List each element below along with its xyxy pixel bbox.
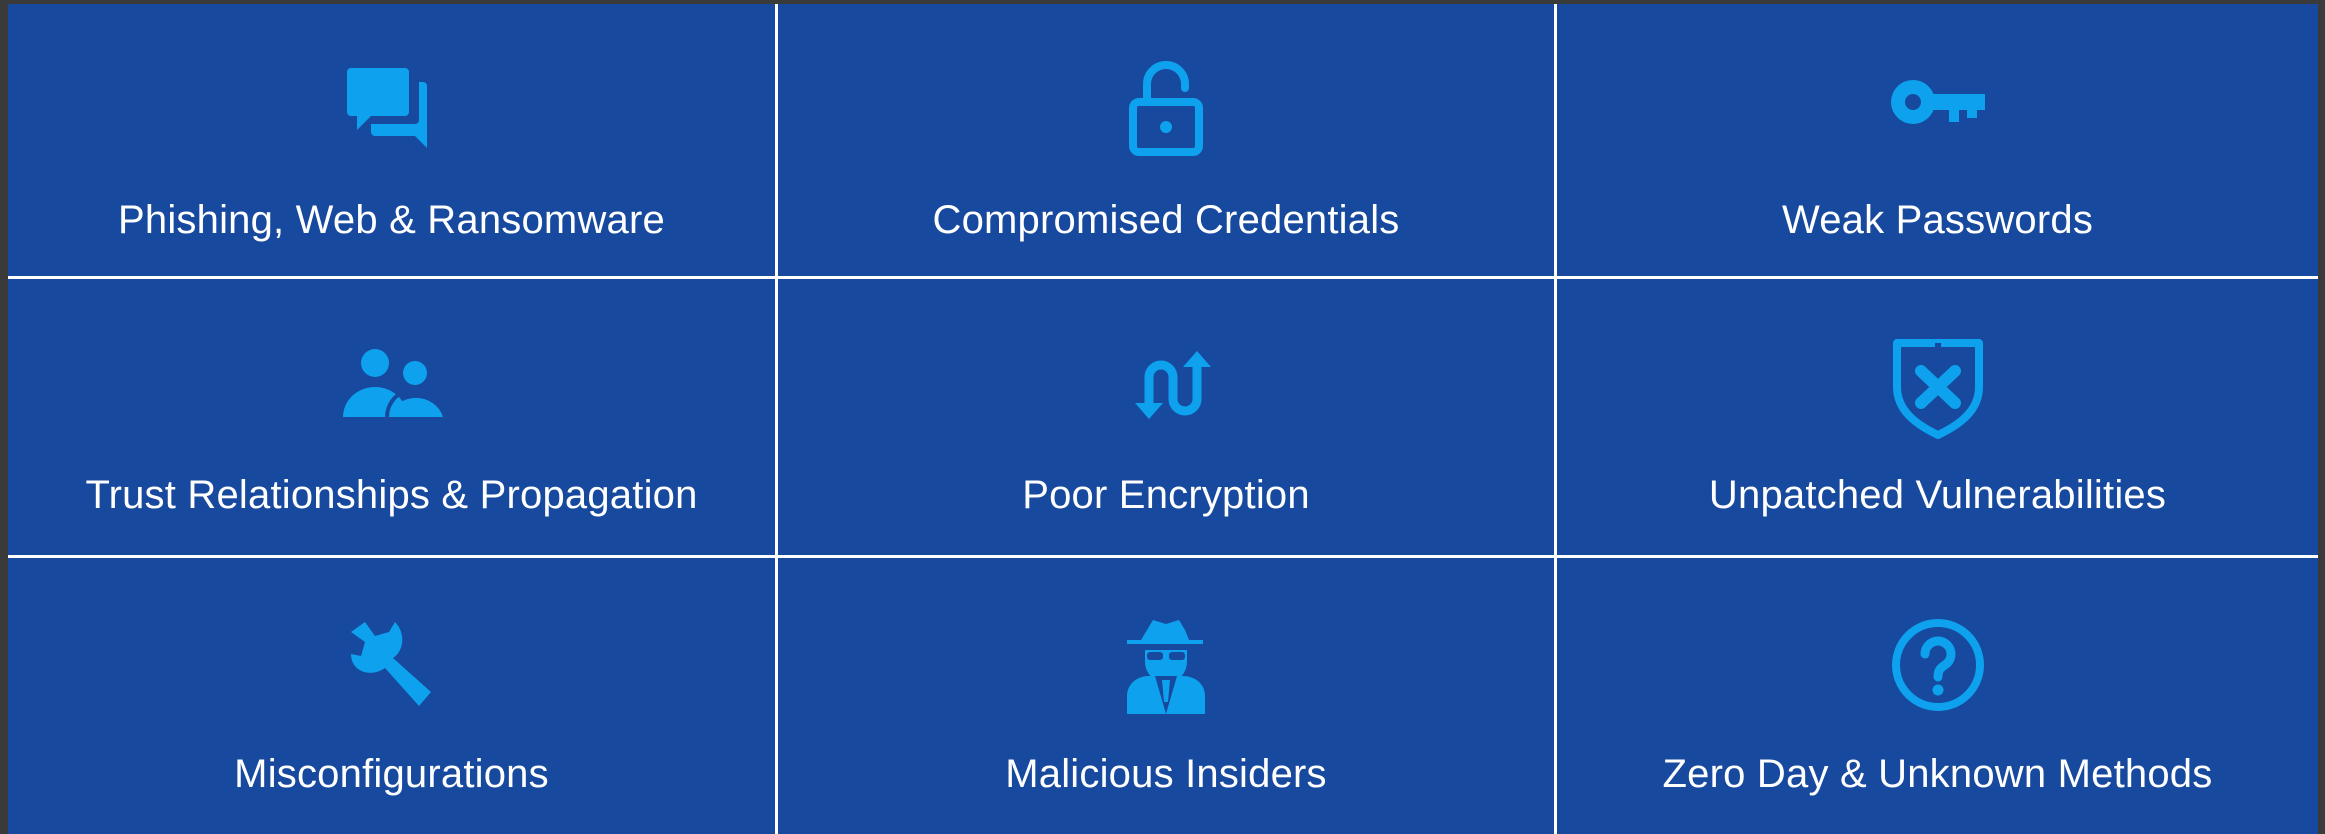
unlocked-padlock-icon (1111, 52, 1221, 162)
tile-compromised-credentials: Compromised Credentials (778, 4, 1554, 276)
spy-icon (1111, 610, 1221, 720)
threat-grid-frame: Phishing, Web & Ransomware Compromised C… (8, 4, 2318, 834)
tile-label: Unpatched Vulnerabilities (1708, 473, 2167, 517)
tile-phishing: Phishing, Web & Ransomware (8, 4, 775, 276)
threat-grid: Phishing, Web & Ransomware Compromised C… (8, 4, 2318, 834)
tile-trust-relationships: Trust Relationships & Propagation (8, 279, 775, 555)
tile-poor-encryption: Poor Encryption (778, 279, 1554, 555)
tile-unpatched-vulnerabilities: Unpatched Vulnerabilities (1557, 279, 2318, 555)
tile-label: Poor Encryption (1022, 473, 1310, 517)
tile-label: Trust Relationships & Propagation (85, 473, 698, 517)
shield-x-icon (1883, 331, 1993, 441)
tile-label: Phishing, Web & Ransomware (118, 198, 665, 242)
tile-label: Zero Day & Unknown Methods (1662, 752, 2213, 796)
tile-weak-passwords: Weak Passwords (1557, 4, 2318, 276)
tile-misconfigurations: Misconfigurations (8, 558, 775, 834)
question-circle-icon (1883, 610, 1993, 720)
tile-label: Misconfigurations (234, 752, 549, 796)
key-icon (1883, 52, 1993, 162)
tile-label: Malicious Insiders (1005, 752, 1327, 796)
tile-label: Compromised Credentials (932, 198, 1400, 242)
tile-zero-day: Zero Day & Unknown Methods (1557, 558, 2318, 834)
wrench-icon (337, 610, 447, 720)
tile-malicious-insiders: Malicious Insiders (778, 558, 1554, 834)
people-icon (337, 331, 447, 441)
flow-arrows-icon (1111, 331, 1221, 441)
tile-label: Weak Passwords (1781, 198, 2094, 242)
chat-bubbles-icon (337, 52, 447, 162)
